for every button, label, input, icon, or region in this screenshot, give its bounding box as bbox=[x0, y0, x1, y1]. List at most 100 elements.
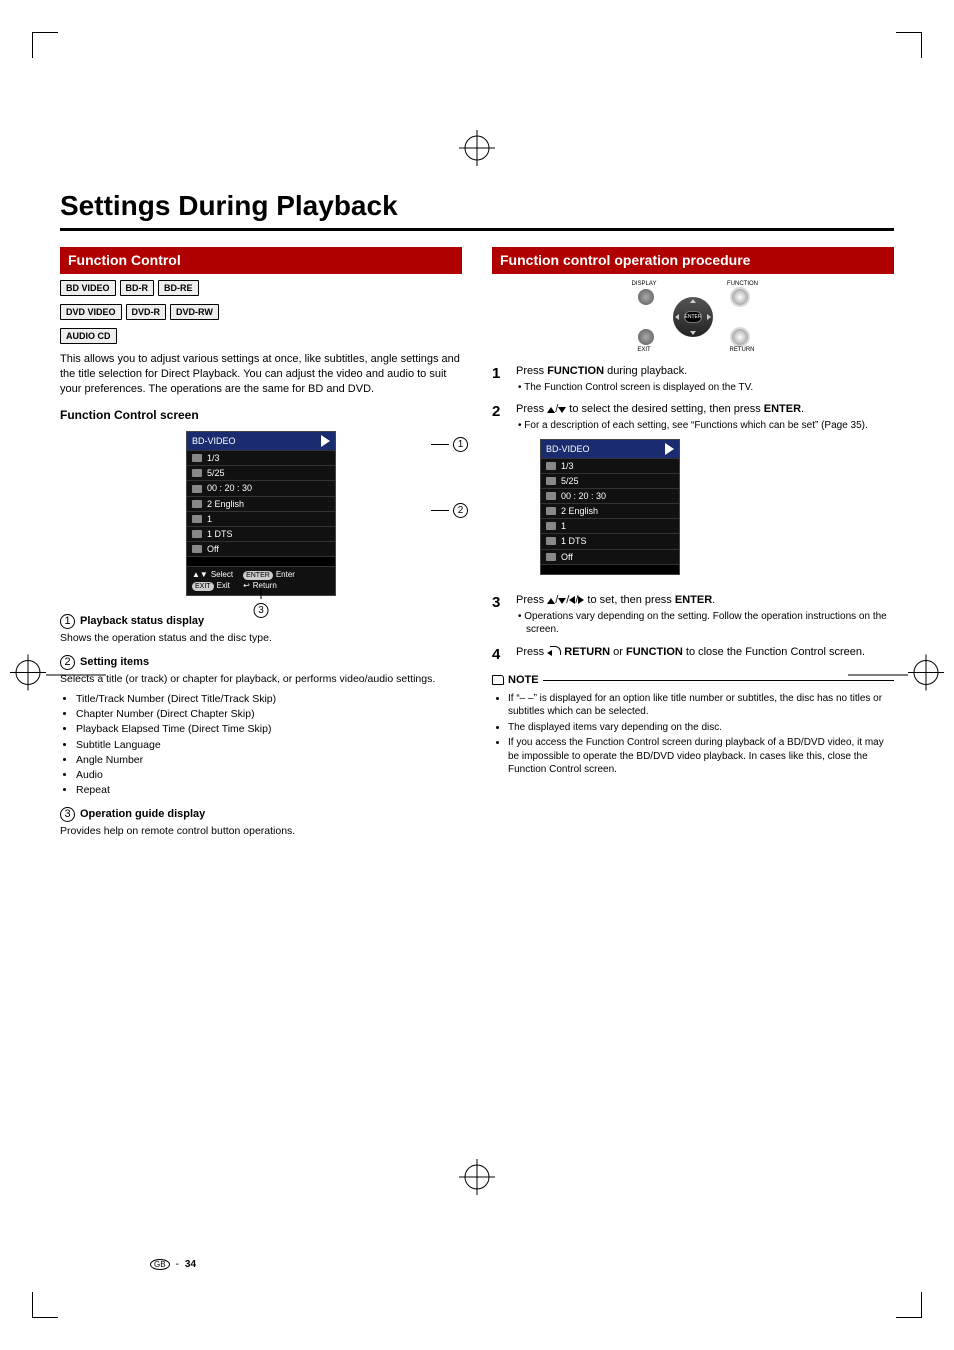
note-heading: NOTE bbox=[492, 673, 894, 688]
media-chip: BD-RE bbox=[158, 280, 199, 296]
osd-panel: BD-VIDEO 1/3 5/25 00 : 20 : 30 2 English… bbox=[186, 431, 336, 596]
callout-1: 1 bbox=[431, 437, 468, 452]
list-item: Subtitle Language bbox=[76, 738, 462, 752]
function-button-icon bbox=[732, 289, 748, 305]
manual-page: Settings During Playback Function Contro… bbox=[0, 0, 954, 1350]
section-desc: Shows the operation status and the disc … bbox=[60, 631, 462, 645]
return-button-icon bbox=[732, 329, 748, 345]
registration-mark-right-icon bbox=[908, 655, 944, 696]
remote-label: DISPLAY bbox=[629, 280, 659, 288]
media-chip-row: BD VIDEO BD-R BD-RE bbox=[60, 280, 462, 296]
note-item: If you access the Function Control scree… bbox=[508, 736, 894, 777]
crop-mark bbox=[896, 32, 922, 58]
note-label: NOTE bbox=[508, 673, 539, 688]
circled-number-icon: 2 bbox=[60, 655, 75, 670]
registration-mark-top-icon bbox=[459, 130, 495, 171]
page-title: Settings During Playback bbox=[60, 190, 894, 222]
circled-number-icon: 3 bbox=[60, 807, 75, 822]
list-item: Chapter Number (Direct Chapter Skip) bbox=[76, 707, 462, 721]
section-desc: Selects a title (or track) or chapter fo… bbox=[60, 672, 462, 686]
step: 2 Press / to select the desired setting,… bbox=[492, 402, 894, 584]
subheading: Function Control screen bbox=[60, 407, 462, 423]
media-chip: DVD VIDEO bbox=[60, 304, 122, 320]
enter-button-icon: ENTER bbox=[684, 311, 702, 323]
osd-value: 5/25 bbox=[207, 467, 225, 479]
list-item: Audio bbox=[76, 768, 462, 782]
down-arrow-icon bbox=[558, 598, 566, 604]
osd-panel-small: BD-VIDEO 1/3 5/25 00 : 20 : 30 2 English… bbox=[540, 439, 680, 575]
registration-mark-left-icon bbox=[10, 655, 46, 696]
note-item: The displayed items vary depending on th… bbox=[508, 721, 894, 735]
step-sub: • The Function Control screen is display… bbox=[516, 381, 894, 395]
play-icon bbox=[321, 435, 330, 447]
step-number: 3 bbox=[492, 593, 508, 637]
setting-items-list: Title/Track Number (Direct Title/Track S… bbox=[60, 692, 462, 797]
language-badge: GB bbox=[150, 1259, 170, 1270]
crop-mark bbox=[896, 1292, 922, 1318]
left-arrow-icon bbox=[569, 596, 575, 604]
step: 1 Press FUNCTION during playback. • The … bbox=[492, 364, 894, 394]
media-chip: DVD-RW bbox=[170, 304, 219, 320]
play-icon bbox=[665, 443, 674, 455]
media-chip: DVD-R bbox=[126, 304, 167, 320]
step: 3 Press /// to set, then press ENTER. • … bbox=[492, 593, 894, 637]
note-item: If “– –” is displayed for an option like… bbox=[508, 692, 894, 719]
section-heading: 3 Operation guide display bbox=[60, 807, 462, 822]
page-footer: GB - 34 bbox=[150, 1259, 196, 1270]
callout-3: 3 bbox=[254, 587, 269, 618]
dpad-icon: ENTER bbox=[673, 297, 713, 337]
remote-label: EXIT bbox=[629, 346, 659, 354]
list-item: Angle Number bbox=[76, 753, 462, 767]
osd-value: Off bbox=[207, 543, 219, 555]
step-number: 4 bbox=[492, 645, 508, 665]
media-chip: AUDIO CD bbox=[60, 328, 117, 344]
angle-icon bbox=[192, 515, 202, 523]
note-icon bbox=[492, 675, 504, 685]
crop-line bbox=[46, 675, 106, 676]
page-number: 34 bbox=[185, 1259, 196, 1270]
section-bar-function-control: Function Control bbox=[60, 247, 462, 274]
osd-value: 1 DTS bbox=[207, 528, 233, 540]
osd-value: 1/3 bbox=[207, 452, 220, 464]
step-sub: • Operations vary depending on the setti… bbox=[516, 610, 894, 637]
step-number: 2 bbox=[492, 402, 508, 584]
section-title: Setting items bbox=[80, 655, 149, 670]
time-icon bbox=[192, 485, 202, 493]
section-bar-procedure: Function control operation procedure bbox=[492, 247, 894, 274]
media-chip: BD-R bbox=[120, 280, 155, 296]
remote-label: FUNCTION bbox=[727, 280, 757, 288]
section-desc: Provides help on remote control button o… bbox=[60, 824, 462, 838]
repeat-icon bbox=[192, 545, 202, 553]
note-list: If “– –” is displayed for an option like… bbox=[492, 692, 894, 777]
registration-mark-bottom-icon bbox=[459, 1159, 495, 1200]
list-item: Repeat bbox=[76, 783, 462, 797]
chapter-icon bbox=[192, 469, 202, 477]
remote-figure: DISPLAY FUNCTION ENTER EXIT RETURN bbox=[492, 282, 894, 352]
exit-button-icon bbox=[638, 329, 654, 345]
step: 4 Press RETURN or FUNCTION to close the … bbox=[492, 645, 894, 665]
osd-value: 00 : 20 : 30 bbox=[207, 482, 252, 494]
list-item: Title/Track Number (Direct Title/Track S… bbox=[76, 692, 462, 706]
title-icon bbox=[192, 454, 202, 462]
section-title: Operation guide display bbox=[80, 807, 205, 822]
right-column: Function control operation procedure DIS… bbox=[492, 247, 894, 844]
procedure-steps: 1 Press FUNCTION during playback. • The … bbox=[492, 364, 894, 665]
media-chip-row: AUDIO CD bbox=[60, 328, 462, 344]
osd-title: BD-VIDEO bbox=[192, 435, 236, 447]
crop-line bbox=[848, 675, 908, 676]
up-arrow-icon bbox=[547, 407, 555, 413]
media-chip: BD VIDEO bbox=[60, 280, 116, 296]
list-item: Playback Elapsed Time (Direct Time Skip) bbox=[76, 722, 462, 736]
callout-2: 2 bbox=[431, 503, 468, 518]
osd-figure: BD-VIDEO 1/3 5/25 00 : 20 : 30 2 English… bbox=[60, 431, 462, 596]
media-chip-row: DVD VIDEO DVD-R DVD-RW bbox=[60, 304, 462, 320]
section-title: Playback status display bbox=[80, 614, 204, 629]
circled-number-icon: 1 bbox=[60, 614, 75, 629]
section-heading: 2 Setting items bbox=[60, 655, 462, 670]
audio-icon bbox=[192, 530, 202, 538]
subtitle-icon bbox=[192, 500, 202, 508]
crop-mark bbox=[32, 32, 58, 58]
intro-paragraph: This allows you to adjust various settin… bbox=[60, 352, 462, 397]
left-column: Function Control BD VIDEO BD-R BD-RE DVD… bbox=[60, 247, 462, 844]
return-arrow-icon bbox=[547, 646, 561, 656]
